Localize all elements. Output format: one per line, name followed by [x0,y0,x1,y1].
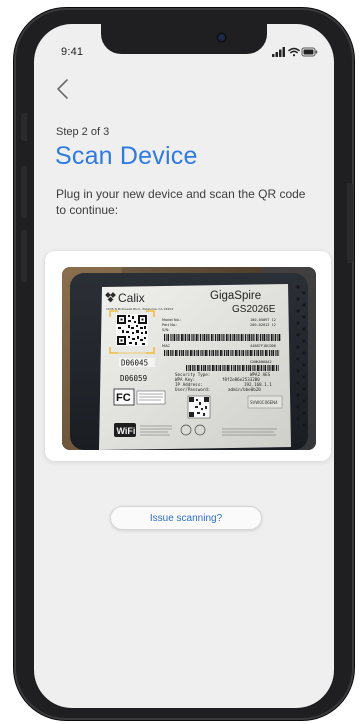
status-time: 9:41 [61,46,84,58]
scan-instructions: Plug in your new device and scan the QR … [56,187,306,217]
notch [101,24,267,54]
battery-icon [301,47,318,57]
back-button[interactable] [54,76,72,102]
device-label: Calix GigaSpire GS2026E 1035 N McDowell … [99,284,291,450]
qr-code [116,314,148,346]
brand-name: Calix [118,291,145,305]
model-no-value: 100-05097 12 [250,318,276,322]
wifi-icon [288,47,300,57]
power-button [347,183,353,263]
secondary-code: D06059 [120,374,147,383]
product-line: GigaSpire [210,290,261,302]
fc-badge: FC [116,392,131,404]
volume-up-button [21,166,27,218]
page-title: Scan Device [55,142,198,170]
qr-code-small [187,395,211,419]
model-no-label: Model No.: [162,318,181,322]
cellular-signal-icon [272,47,285,57]
mac-value: 44887F1DCDD6 [250,344,276,348]
volume-down-button [21,230,27,282]
serial-no-label: S/N: [162,328,169,332]
serial-highlight: D06045 [121,359,148,368]
serial-no-value: CXNK0060A2 [250,360,272,364]
class-badge: SVW0C06EN4 [250,400,278,405]
status-icons [272,46,318,58]
wifi-badge: WiFi [117,426,136,436]
user-password-value: admin/bbe0b20 [228,387,261,392]
issue-scanning-button[interactable]: Issue scanning? [110,506,262,530]
mac-label: MAC [162,344,170,348]
part-no-value: 200-02012 12 [250,323,276,327]
screen: 9:41 Step 2 of 3 Scan Device Plug in you… [34,24,334,708]
camera-viewfinder[interactable]: Calix GigaSpire GS2026E 1035 N McDowell … [62,267,316,450]
camera-card: Calix GigaSpire GS2026E 1035 N McDowell … [45,251,331,461]
mute-switch [21,113,27,141]
barcode-mac [164,350,280,356]
front-camera [218,34,225,41]
step-indicator: Step 2 of 3 [56,126,110,138]
model-name: GS2026E [232,304,276,315]
part-no-label: Part No.: [162,323,177,327]
chevron-left-icon [57,79,68,99]
user-password-label: User/Password: [175,387,210,392]
stage: 9:41 Step 2 of 3 Scan Device Plug in you… [0,0,359,724]
